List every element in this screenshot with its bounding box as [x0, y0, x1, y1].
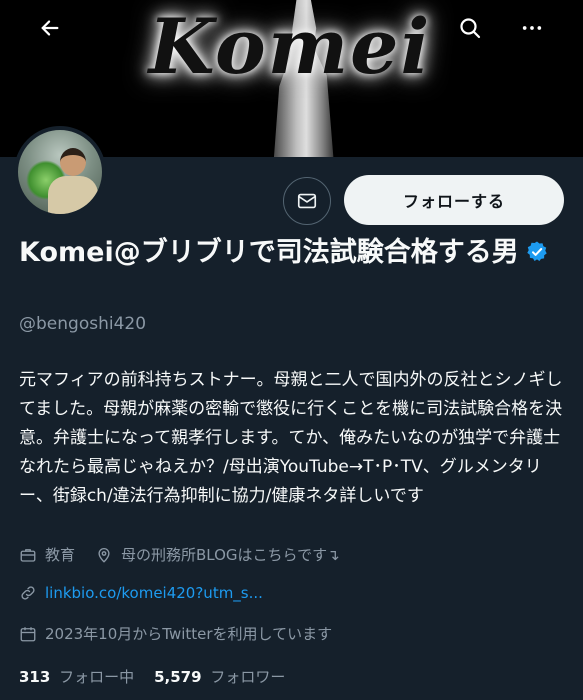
following-label: フォロー中: [59, 668, 135, 686]
mail-icon: [297, 193, 317, 209]
followers-count: 5,579: [154, 668, 202, 686]
calendar-icon: [19, 625, 37, 643]
verified-badge-icon[interactable]: [525, 240, 549, 264]
profile-bio: 元マフィアの前科持ちストナー。母親と二人で国内外の反社とシノギしてました。母親が…: [19, 370, 563, 506]
avatar-head: [60, 148, 86, 176]
joined-text: 2023年10月からTwitterを利用しています: [45, 625, 333, 643]
following-count: 313: [19, 668, 51, 686]
profile-link-row: linkbio.co/komei420?utm_s...: [19, 584, 263, 602]
arrow-left-icon: [41, 20, 59, 36]
message-button[interactable]: [283, 177, 331, 225]
profile-banner[interactable]: Komei: [0, 0, 583, 157]
briefcase-icon: [19, 546, 37, 564]
profile-name-text: Komei@ブリブリで司法試験合格する男: [19, 237, 519, 268]
joined-row: 2023年10月からTwitterを利用しています: [19, 623, 332, 644]
follow-stats: 313 フォロー中 5,579 フォロワー: [19, 666, 305, 687]
location-item: 母の刑務所BLOGはこちらです↴: [95, 544, 340, 565]
location-pin-icon: [95, 546, 113, 564]
followers-label: フォロワー: [210, 668, 286, 686]
location-text: 母の刑務所BLOGはこちらです↴: [121, 546, 340, 564]
category-text: 教育: [45, 546, 76, 564]
avatar[interactable]: [14, 126, 106, 218]
more-icon: [522, 26, 542, 30]
more-button[interactable]: [512, 8, 552, 48]
profile-handle: @bengoshi420: [19, 314, 147, 334]
back-button[interactable]: [30, 8, 70, 48]
profile-name: Komei@ブリブリで司法試験合格する男: [19, 234, 559, 272]
avatar-body: [48, 176, 98, 214]
category-item: 教育: [19, 544, 75, 565]
banner-title: Komei: [148, 2, 432, 91]
profile-link[interactable]: linkbio.co/komei420?utm_s...: [45, 584, 263, 602]
follow-button[interactable]: フォローする: [344, 175, 564, 225]
search-icon: [460, 18, 481, 39]
link-icon: [19, 584, 37, 602]
search-button[interactable]: [450, 8, 490, 48]
following-stat[interactable]: 313 フォロー中: [19, 666, 134, 687]
followers-stat[interactable]: 5,579 フォロワー: [154, 666, 285, 687]
profile-meta: 教育 母の刑務所BLOGはこちらです↴: [19, 544, 360, 565]
